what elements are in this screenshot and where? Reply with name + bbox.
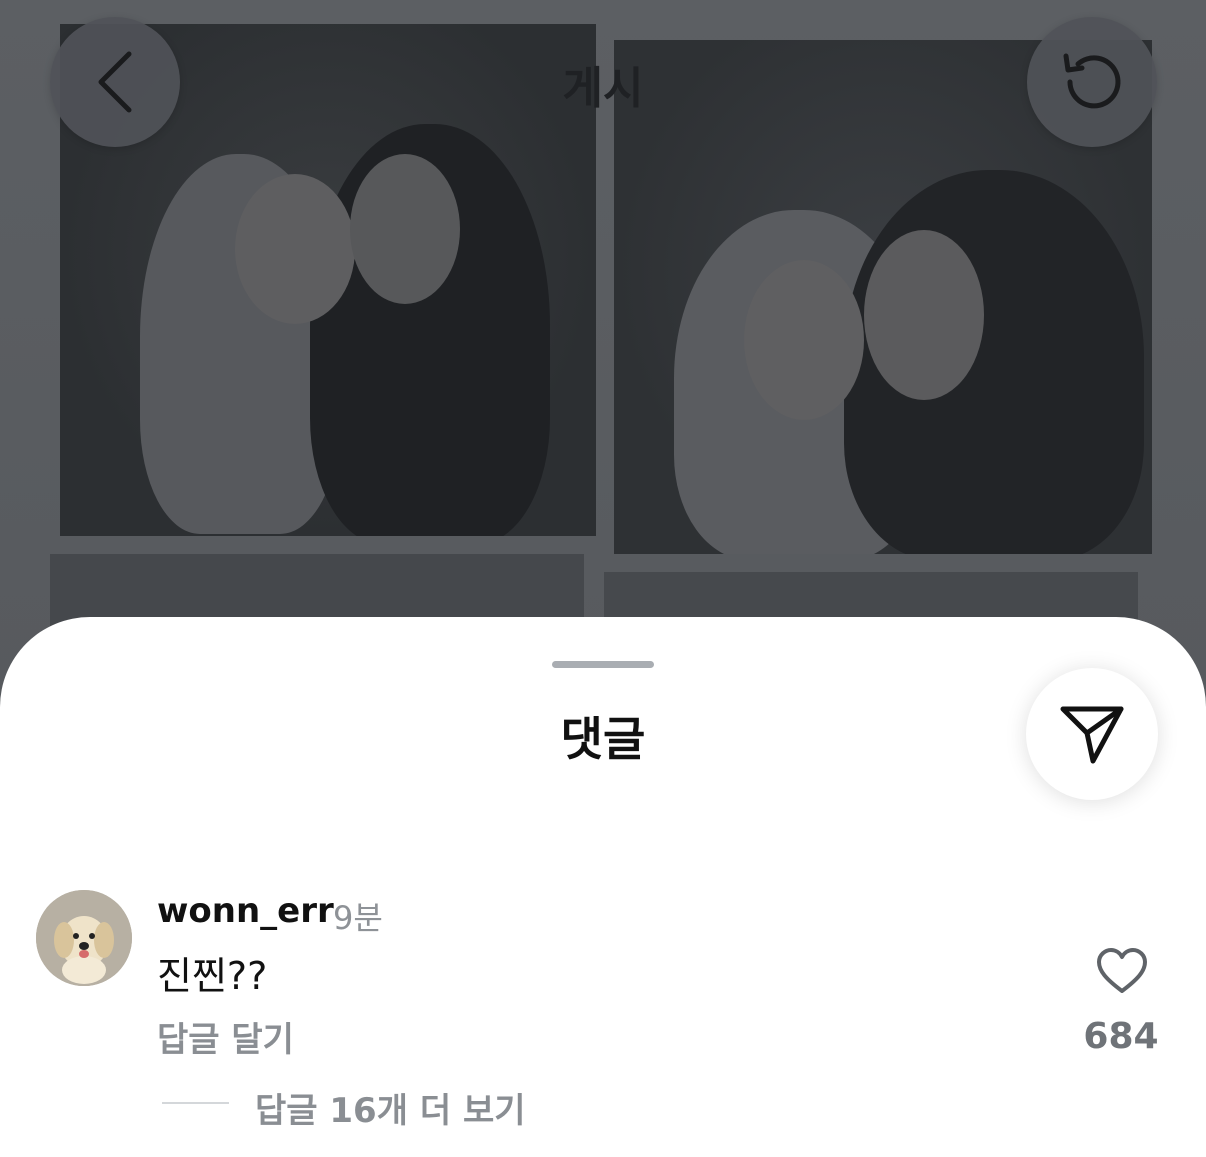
like-count: 684 <box>1083 1016 1159 1057</box>
page-title: 게시 <box>562 63 644 114</box>
comment-username[interactable]: wonn_err <box>157 891 334 931</box>
reply-button[interactable]: 답글 달기 <box>157 1012 294 1061</box>
sheet-grabber[interactable] <box>552 661 654 668</box>
send-icon <box>1060 706 1124 764</box>
refresh-icon <box>1063 53 1121 109</box>
heart-icon[interactable] <box>1096 947 1148 995</box>
refresh-button[interactable] <box>1027 17 1157 147</box>
comment-time: 9분 <box>333 899 383 937</box>
dog-avatar-icon <box>36 890 132 986</box>
view-more-replies-button[interactable]: 답글 16개 더 보기 <box>255 1083 526 1132</box>
divider <box>162 1102 229 1104</box>
avatar[interactable] <box>36 890 132 986</box>
comments-sheet: 댓글 wonn_err 9분 진찐?? 답글 달기 684 답글 16개 더 보… <box>0 617 1206 1157</box>
comment-text: 진찐?? <box>157 954 268 998</box>
share-button[interactable] <box>1026 668 1158 800</box>
